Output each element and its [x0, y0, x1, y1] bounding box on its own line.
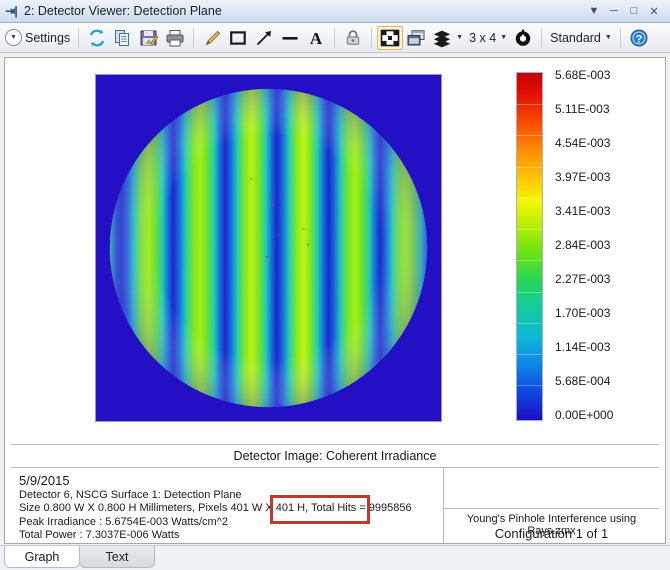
config-label: Configuration 1 of 1 — [494, 526, 609, 541]
toolbar-separator — [541, 27, 543, 48]
zoom-fit-icon — [380, 29, 400, 46]
text-annotate-icon: A — [310, 29, 323, 48]
toolbar-separator — [371, 27, 373, 48]
lock-button[interactable] — [340, 26, 366, 50]
settings-button[interactable]: ▼ Settings — [4, 26, 73, 50]
colorbar-tick-label: 3.97E-003 — [555, 170, 611, 184]
menu-dropdown-button[interactable]: ▼ — [584, 1, 604, 21]
window-title: 2: Detector Viewer: Detection Plane — [24, 4, 222, 18]
save-image-icon — [140, 30, 159, 46]
detector-image[interactable] — [95, 74, 442, 422]
bottom-tabstrip: Graph Text — [0, 545, 670, 570]
zoom-fit-button[interactable] — [377, 25, 404, 50]
info-date: 5/9/2015 — [19, 473, 70, 488]
help-button[interactable]: ? — [626, 26, 652, 50]
colorbar-tick-label: 1.14E-003 — [555, 340, 611, 354]
info-region: 5/9/2015 Detector 6, NSCG Surface 1: Det… — [11, 468, 659, 543]
colorbar-tick-label: 5.68E-003 — [555, 68, 611, 82]
plot-caption: Detector Image: Coherent Irradiance — [233, 449, 437, 463]
settings-label: Settings — [25, 30, 71, 45]
config-info-block: Young's Pinhole Interference using Rays.… — [444, 468, 659, 543]
info-total-hits: Total Hits = 9995856 — [311, 502, 412, 514]
main-toolbar: ▼ Settings A ▼ 3 x 4 ▼ Standard ▼ ? — [0, 23, 670, 53]
help-icon: ? — [630, 29, 648, 46]
arrow-annotate-icon — [257, 30, 272, 45]
interference-fringe-pattern — [96, 75, 441, 421]
colorbar-tick-label: 0.00E+000 — [555, 408, 614, 422]
detach-window-icon — [407, 29, 425, 45]
toolbar-separator — [193, 27, 195, 48]
detector-viewer-window: ⇥| 2: Detector Viewer: Detection Plane ▼… — [0, 0, 670, 570]
close-button[interactable]: ✕ — [644, 1, 664, 21]
copy-icon — [115, 29, 130, 46]
info-total-power: Total Power : 7.3037E-006 Watts — [19, 529, 180, 541]
line-annotate-button[interactable] — [277, 26, 303, 50]
print-icon — [166, 29, 184, 46]
maximize-button[interactable]: □ — [624, 1, 644, 21]
colorbar — [516, 72, 543, 421]
layers-icon — [433, 30, 451, 47]
plot-area: 5.68E-003 5.11E-003 4.54E-003 3.97E-003 … — [5, 58, 665, 443]
config-divider — [444, 508, 659, 509]
colorbar-tick-label: 1.70E-003 — [555, 306, 611, 320]
rotate-icon — [515, 29, 531, 46]
toolbar-separator — [78, 27, 80, 48]
colorbar-tick-label: 5.11E-003 — [555, 102, 610, 116]
line-annotate-icon — [282, 36, 298, 40]
chevron-down-icon: ▼ — [500, 34, 508, 41]
copy-button[interactable] — [110, 26, 136, 50]
pencil-annotate-button[interactable] — [199, 26, 225, 50]
graph-content-panel: 5.68E-003 5.11E-003 4.54E-003 3.97E-003 … — [4, 57, 666, 544]
chevron-down-icon: ▼ — [604, 34, 612, 41]
grid-size-dropdown[interactable]: 3 x 4 ▼ — [466, 26, 510, 50]
colorbar-tick-label: 5.68E-004 — [555, 374, 611, 388]
svg-text:?: ? — [635, 33, 642, 45]
rotate-button[interactable] — [510, 26, 536, 50]
detach-window-button[interactable] — [403, 26, 429, 50]
style-dropdown[interactable]: Standard ▼ — [547, 26, 615, 50]
window-titlebar: ⇥| 2: Detector Viewer: Detection Plane ▼… — [0, 0, 670, 23]
style-label: Standard — [550, 30, 601, 45]
info-detector: Detector 6, NSCG Surface 1: Detection Pl… — [19, 488, 242, 501]
rectangle-annotate-button[interactable] — [225, 26, 251, 50]
colorbar-ticks — [517, 73, 542, 420]
tab-graph[interactable]: Graph — [4, 546, 80, 568]
colorbar-tick-label: 2.84E-003 — [555, 238, 611, 252]
grid-size-label: 3 x 4 — [469, 30, 497, 45]
colorbar-tick-label: 2.27E-003 — [555, 272, 611, 286]
window-controls: ▼ ─ □ ✕ — [584, 1, 670, 21]
info-peak-irradiance: Peak Irradiance : 5.6754E-003 Watts/cm^2 — [19, 515, 228, 528]
arrow-annotate-button[interactable] — [251, 26, 277, 50]
colorbar-labels: 5.68E-003 5.11E-003 4.54E-003 3.97E-003 … — [555, 58, 665, 443]
chevron-down-icon: ▼ — [456, 34, 464, 41]
minimize-button[interactable]: ─ — [604, 1, 624, 21]
pencil-annotate-icon — [205, 30, 221, 46]
save-image-button[interactable] — [136, 26, 162, 50]
detector-info-block: 5/9/2015 Detector 6, NSCG Surface 1: Det… — [19, 474, 439, 543]
layers-button[interactable]: ▼ — [429, 26, 466, 50]
dock-arrow-icon[interactable]: ⇥| — [0, 0, 22, 23]
chevron-down-icon: ▼ — [5, 29, 22, 46]
refresh-button[interactable] — [84, 26, 110, 50]
tab-text[interactable]: Text — [79, 546, 155, 568]
toolbar-separator — [334, 27, 336, 48]
info-size-row: Size 0.800 W X 0.800 H Millimeters, Pixe… — [19, 502, 439, 516]
info-size: Size 0.800 W X 0.800 H Millimeters, Pixe… — [19, 502, 309, 514]
colorbar-tick-label: 4.54E-003 — [555, 136, 611, 150]
colorbar-tick-label: 3.41E-003 — [555, 204, 611, 218]
toolbar-separator — [619, 27, 621, 48]
print-button[interactable] — [162, 26, 188, 50]
text-annotate-button[interactable]: A — [303, 26, 329, 50]
svg-text:A: A — [310, 29, 323, 48]
lock-icon — [346, 29, 360, 45]
refresh-icon — [90, 29, 105, 46]
rectangle-annotate-icon — [230, 30, 246, 45]
